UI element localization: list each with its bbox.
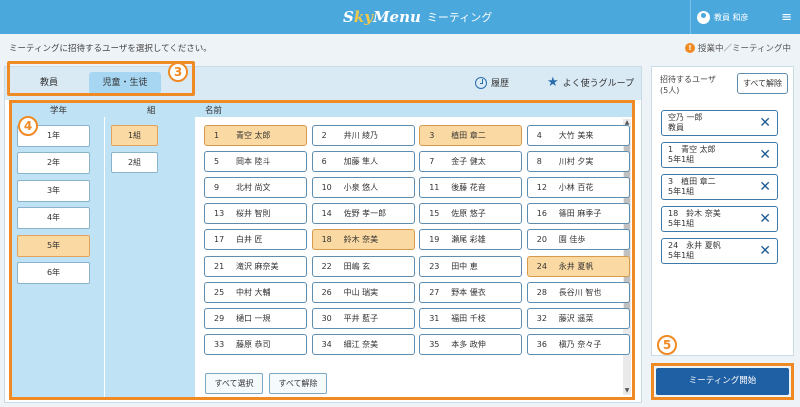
close-icon[interactable]: ✕ [759,113,771,133]
invited-user-group: 5年1組 [668,219,695,228]
callout-frame-selection [9,100,635,400]
instruction-text: ミーティングに招待するユーザを選択してください。 [9,44,212,54]
user-selection-panel: 教員 児童・生徒 履歴 ★ よく使うグループ 学年 組 名前 1年 2年 3年 4年 5… [4,61,642,403]
invited-user: 空乃 一郎 教員 ✕ [661,110,778,136]
callout-number-4: 4 [18,116,38,136]
invited-user-name: 空乃 一郎 [668,113,703,122]
menu-icon[interactable]: ≡ [781,10,792,25]
favorite-groups-button[interactable]: ★ よく使うグループ [547,75,634,90]
clear-invites-button[interactable]: すべて解除 [737,73,788,94]
status-indicator: ! 授業中／ミーティング中 [685,42,791,54]
invited-user-name: 3 植田 章二 [668,177,716,186]
clock-icon [475,76,487,89]
invited-user: 18 鈴木 奈美 5年1組 ✕ [661,206,778,232]
invited-user: 3 植田 章二 5年1組 ✕ [661,174,778,200]
invited-user-group: 5年1組 [668,251,695,260]
user-name: 教員 和彦 [714,12,749,22]
invite-count: (5人) [660,86,680,95]
callout-number-3: 3 [168,62,188,82]
invited-user: 24 永井 夏帆 5年1組 ✕ [661,238,778,264]
history-button[interactable]: 履歴 [475,76,509,89]
star-icon: ★ [547,75,559,90]
close-icon[interactable]: ✕ [759,209,771,229]
start-meeting-button[interactable]: ミーティング開始 [656,368,789,395]
app-title: ミーティング [426,11,493,24]
callout-number-5: 5 [657,335,677,355]
close-icon[interactable]: ✕ [759,145,771,165]
invite-title-label: 招待するユーザ [660,75,716,84]
invited-user-name: 1 青空 太郎 [668,145,716,154]
history-label: 履歴 [491,79,510,89]
invited-user-group: 5年1組 [668,155,695,164]
top-bar: SkyMenu ミーティング 教員 和彦 ≡ [0,0,800,34]
invited-user-name: 18 鈴木 奈美 [668,209,721,218]
app-logo: SkyMenu ミーティング [343,4,492,30]
logo-mark: SkyMenu [343,8,421,26]
invite-title: 招待するユーザ (5人) [660,74,716,96]
invited-user: 1 青空 太郎 5年1組 ✕ [661,142,778,168]
close-icon[interactable]: ✕ [759,241,771,261]
status-text: 授業中／ミーティング中 [698,44,791,54]
invited-user-group: 教員 [668,123,684,132]
callout-frame-tabs [7,61,195,96]
info-icon: ! [685,43,695,53]
invited-user-group: 5年1組 [668,187,695,196]
close-icon[interactable]: ✕ [759,177,771,197]
favorite-groups-label: よく使うグループ [562,79,635,89]
user-icon [697,10,710,24]
invite-panel: 招待するユーザ (5人) すべて解除 空乃 一郎 教員 ✕ 1 青空 太郎 5年1組 ✕ 3… [651,66,794,356]
invited-user-name: 24 永井 夏帆 [668,241,721,250]
